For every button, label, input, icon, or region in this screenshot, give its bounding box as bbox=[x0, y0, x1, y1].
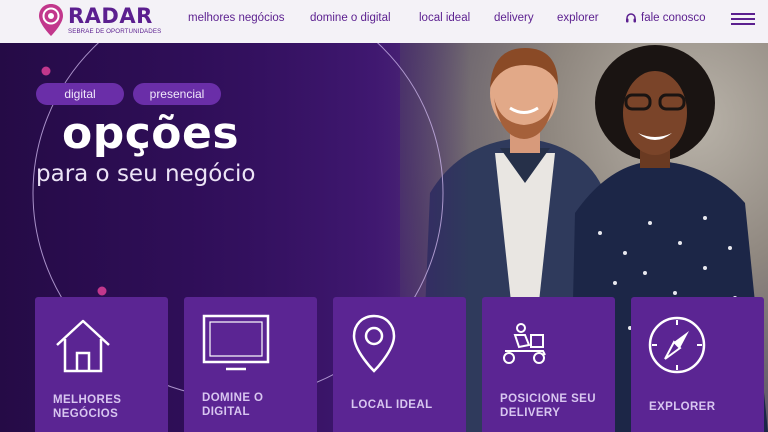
pill-presencial[interactable]: presencial bbox=[133, 83, 221, 105]
delivery-scooter-icon bbox=[503, 323, 546, 364]
location-pin-icon bbox=[352, 314, 396, 373]
pill-digital[interactable]: digital bbox=[36, 83, 124, 105]
logo-tagline: SEBRAE DE OPORTUNIDADES bbox=[68, 28, 162, 35]
card-label: DOMINE O DIGITAL bbox=[202, 392, 264, 418]
card-melhores-negocios[interactable]: MELHORES NEGÓCIOS bbox=[35, 297, 168, 432]
nav-domine-o-digital[interactable]: domine o digital bbox=[310, 12, 391, 24]
hero-headline: opções bbox=[62, 108, 240, 159]
nav-fale-conosco[interactable]: fale conosco bbox=[625, 12, 706, 24]
card-label: EXPLORER bbox=[649, 401, 716, 413]
monitor-icon bbox=[202, 314, 270, 371]
hamburger-menu-icon[interactable] bbox=[731, 13, 757, 27]
card-label: POSICIONE SEU DELIVERY bbox=[500, 393, 596, 419]
card-label: LOCAL IDEAL bbox=[351, 399, 433, 411]
nav-local-ideal[interactable]: local ideal bbox=[419, 12, 470, 24]
nav-contact-label: fale conosco bbox=[641, 12, 706, 24]
logo-wordmark: RADAR bbox=[68, 4, 153, 28]
compass-icon bbox=[648, 316, 706, 374]
nav-delivery[interactable]: delivery bbox=[494, 12, 534, 24]
nav-explorer[interactable]: explorer bbox=[557, 12, 599, 24]
card-explorer[interactable]: EXPLORER bbox=[631, 297, 764, 432]
card-posicione-seu-delivery[interactable]: POSICIONE SEU DELIVERY bbox=[482, 297, 615, 432]
location-pin-logo-icon bbox=[39, 4, 63, 36]
top-navigation: RADAR SEBRAE DE OPORTUNIDADES melhores n… bbox=[0, 0, 768, 43]
card-label: MELHORES NEGÓCIOS bbox=[53, 394, 122, 420]
card-local-ideal[interactable]: LOCAL IDEAL bbox=[333, 297, 466, 432]
hero-subheadline: para o seu negócio bbox=[36, 161, 256, 187]
headset-icon bbox=[626, 13, 636, 23]
house-icon bbox=[56, 319, 110, 373]
card-domine-o-digital[interactable]: DOMINE O DIGITAL bbox=[184, 297, 317, 432]
nav-melhores-negocios[interactable]: melhores negócios bbox=[188, 12, 285, 24]
radar-logo[interactable]: RADAR SEBRAE DE OPORTUNIDADES bbox=[38, 3, 168, 39]
